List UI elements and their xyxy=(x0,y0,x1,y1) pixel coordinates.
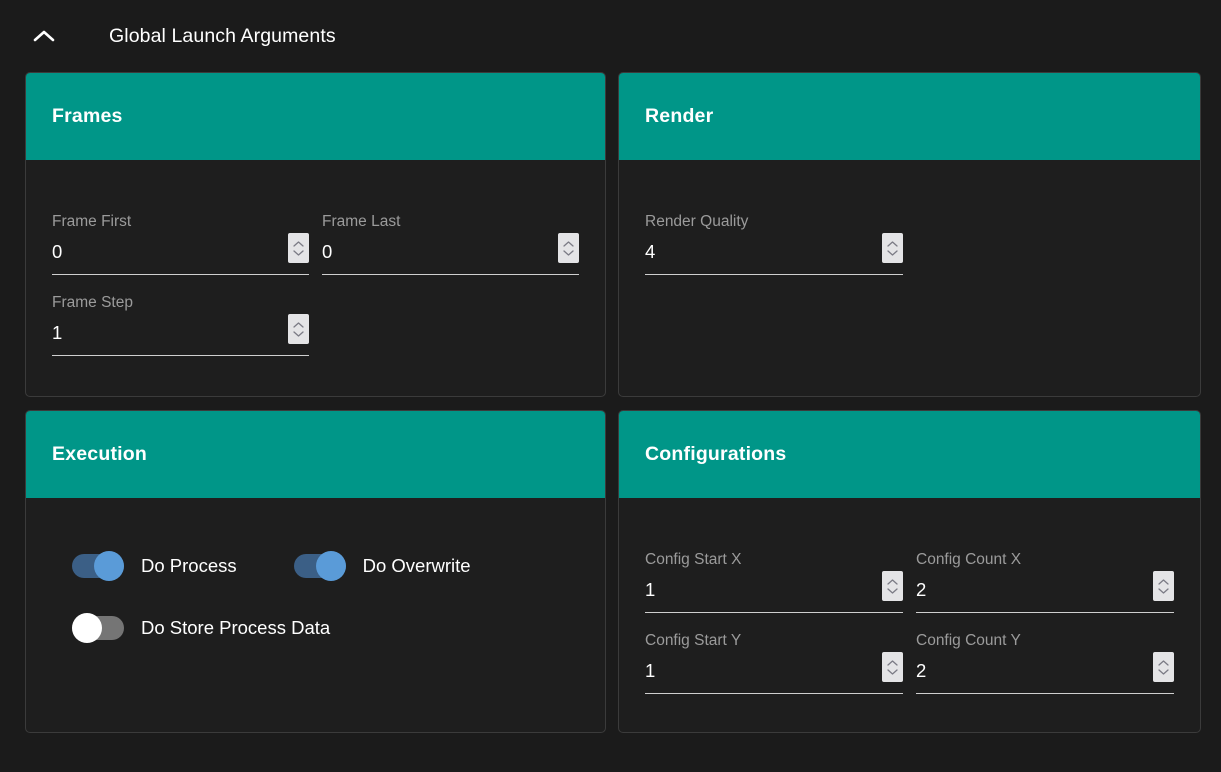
field-frame-first-label: Frame First xyxy=(52,213,132,230)
field-render-quality-control[interactable]: 4 xyxy=(645,231,903,275)
panel-execution-header: Execution xyxy=(26,411,605,498)
toggle-do-overwrite-label: Do Overwrite xyxy=(362,555,471,576)
page-title: Global Launch Arguments xyxy=(109,24,336,47)
field-frame-step: Frame Step 1 xyxy=(52,275,309,356)
field-frame-last-value[interactable]: 0 xyxy=(322,240,332,264)
field-frame-step-control[interactable]: 1 xyxy=(52,312,309,356)
toggle-knob xyxy=(72,613,102,643)
chevron-up-icon[interactable] xyxy=(1158,578,1169,585)
field-frame-last-stepper[interactable] xyxy=(558,233,579,263)
toggle-do-overwrite-switch[interactable] xyxy=(293,551,346,581)
field-config-start-x-value[interactable]: 1 xyxy=(645,578,655,602)
field-config-count-y-label: Config Count Y xyxy=(916,632,1021,649)
field-frame-first: Frame First 0 xyxy=(52,194,309,275)
field-config-count-y: Config Count Y 2 xyxy=(916,613,1174,694)
field-frame-last-control[interactable]: 0 xyxy=(322,231,579,275)
frames-row-2: Frame Step 1 xyxy=(52,275,579,356)
frames-row-1: Frame First 0 Frame Last 0 xyxy=(52,194,579,275)
toggle-do-process[interactable]: Do Process xyxy=(72,551,237,581)
chevron-down-icon[interactable] xyxy=(563,249,574,256)
toggle-do-store-process-data[interactable]: Do Store Process Data xyxy=(72,613,331,643)
field-config-count-x-stepper[interactable] xyxy=(1153,571,1174,601)
field-config-start-x-control[interactable]: 1 xyxy=(645,569,903,613)
chevron-up-icon[interactable] xyxy=(563,240,574,247)
field-config-count-x-label: Config Count X xyxy=(916,551,1022,568)
field-frame-first-control[interactable]: 0 xyxy=(52,231,309,275)
field-config-start-x-label: Config Start X xyxy=(645,551,742,568)
field-frame-last: Frame Last 0 xyxy=(322,194,579,275)
field-config-count-y-control[interactable]: 2 xyxy=(916,650,1174,694)
chevron-up-icon xyxy=(33,29,55,43)
field-frame-step-stepper[interactable] xyxy=(288,314,309,344)
field-config-start-x: Config Start X 1 xyxy=(645,532,903,613)
panel-configurations-body: Config Start X 1 Config Count X 2 Config… xyxy=(619,498,1200,732)
chevron-down-icon[interactable] xyxy=(887,249,898,256)
panel-configurations-header: Configurations xyxy=(619,411,1200,498)
field-frame-first-value[interactable]: 0 xyxy=(52,240,62,264)
panel-execution-title: Execution xyxy=(52,443,147,465)
field-config-count-x-value[interactable]: 2 xyxy=(916,578,926,602)
frames-row-2-spacer xyxy=(322,275,579,356)
field-config-start-x-stepper[interactable] xyxy=(882,571,903,601)
execution-toggle-row-1: Do Process Do Overwrite xyxy=(52,532,579,581)
field-render-quality-label: Render Quality xyxy=(645,213,749,230)
panel-render-title: Render xyxy=(645,105,714,127)
chevron-up-icon[interactable] xyxy=(293,240,304,247)
toggle-do-overwrite[interactable]: Do Overwrite xyxy=(293,551,471,581)
chevron-up-icon[interactable] xyxy=(887,578,898,585)
panel-render-body: Render Quality 4 xyxy=(619,160,1200,396)
render-row-1: Render Quality 4 xyxy=(645,194,1174,275)
toggle-do-process-label: Do Process xyxy=(141,555,237,576)
toggle-do-store-process-data-switch[interactable] xyxy=(72,613,124,643)
chevron-down-icon[interactable] xyxy=(293,249,304,256)
field-config-count-y-value[interactable]: 2 xyxy=(916,659,926,683)
field-frame-step-label: Frame Step xyxy=(52,294,133,311)
toggle-knob xyxy=(315,551,346,581)
execution-toggle-row-2: Do Store Process Data xyxy=(52,578,579,643)
chevron-up-icon[interactable] xyxy=(887,659,898,666)
field-config-start-y-label: Config Start Y xyxy=(645,632,742,649)
panel-render-header: Render xyxy=(619,73,1200,160)
chevron-up-icon[interactable] xyxy=(293,321,304,328)
toggle-do-process-switch[interactable] xyxy=(72,551,124,581)
panel-frames: Frames Frame First 0 Frame Last 0 Frame … xyxy=(25,72,606,397)
panel-execution: Execution Do Process Do Overwrite Do Sto… xyxy=(25,410,606,733)
panel-render: Render Render Quality 4 xyxy=(618,72,1201,397)
field-config-count-x: Config Count X 2 xyxy=(916,532,1174,613)
page-header: Global Launch Arguments xyxy=(0,0,1221,72)
field-config-count-y-stepper[interactable] xyxy=(1153,652,1174,682)
field-frame-step-value[interactable]: 1 xyxy=(52,321,62,345)
toggle-do-store-process-data-label: Do Store Process Data xyxy=(141,617,331,638)
toggle-knob xyxy=(94,551,124,581)
panel-frames-title: Frames xyxy=(52,105,123,127)
chevron-down-icon[interactable] xyxy=(1158,668,1169,675)
field-render-quality: Render Quality 4 xyxy=(645,194,903,275)
panel-frames-body: Frame First 0 Frame Last 0 Frame Step 1 xyxy=(26,160,605,396)
chevron-down-icon[interactable] xyxy=(887,587,898,594)
field-frame-first-stepper[interactable] xyxy=(288,233,309,263)
chevron-down-icon[interactable] xyxy=(293,330,304,337)
panel-grid: Frames Frame First 0 Frame Last 0 Frame … xyxy=(0,72,1221,733)
field-frame-last-label: Frame Last xyxy=(322,213,401,230)
field-config-start-y-value[interactable]: 1 xyxy=(645,659,655,683)
field-render-quality-stepper[interactable] xyxy=(882,233,903,263)
configurations-row-1: Config Start X 1 Config Count X 2 xyxy=(645,532,1174,613)
chevron-up-icon[interactable] xyxy=(887,240,898,247)
collapse-toggle-button[interactable] xyxy=(26,18,62,54)
field-config-count-x-control[interactable]: 2 xyxy=(916,569,1174,613)
field-config-start-y-stepper[interactable] xyxy=(882,652,903,682)
chevron-up-icon[interactable] xyxy=(1158,659,1169,666)
field-render-quality-value[interactable]: 4 xyxy=(645,240,655,264)
panel-configurations: Configurations Config Start X 1 Config C… xyxy=(618,410,1201,733)
field-config-start-y-control[interactable]: 1 xyxy=(645,650,903,694)
chevron-down-icon[interactable] xyxy=(1158,587,1169,594)
panel-execution-body: Do Process Do Overwrite Do Store Process… xyxy=(26,498,605,732)
panel-frames-header: Frames xyxy=(26,73,605,160)
panel-configurations-title: Configurations xyxy=(645,443,787,465)
render-row-1-spacer xyxy=(916,194,1174,275)
configurations-row-2: Config Start Y 1 Config Count Y 2 xyxy=(645,613,1174,694)
field-config-start-y: Config Start Y 1 xyxy=(645,613,903,694)
chevron-down-icon[interactable] xyxy=(887,668,898,675)
